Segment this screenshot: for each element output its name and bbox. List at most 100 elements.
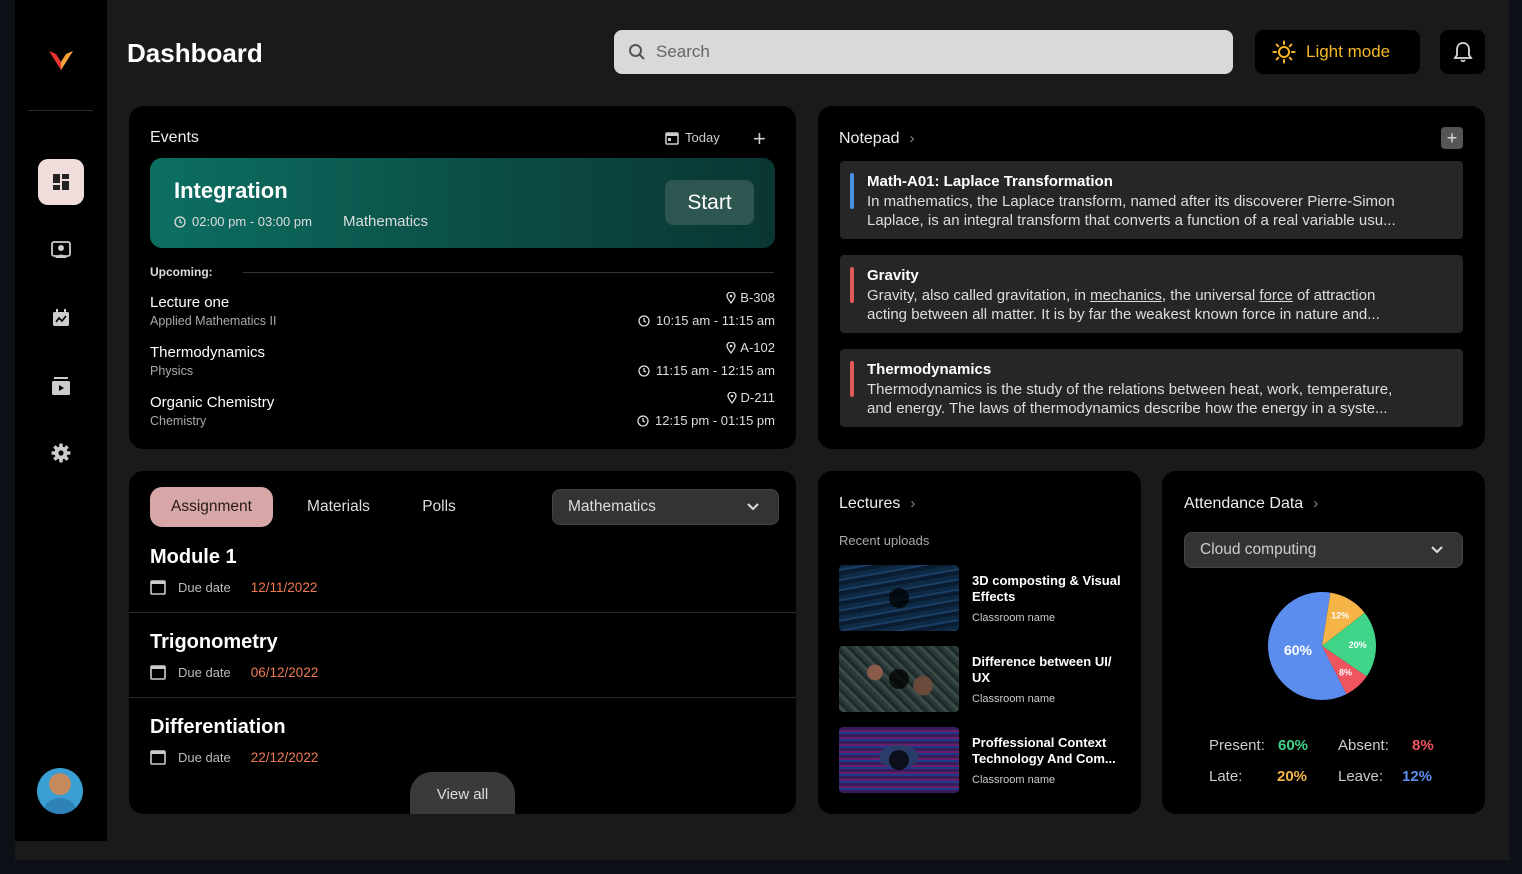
course-select[interactable]: Cloud computing xyxy=(1184,532,1463,568)
assignment-item[interactable]: Trigonometry Due date 06/12/2022 xyxy=(150,631,796,680)
lectures-title-link[interactable]: Lectures › xyxy=(839,495,915,513)
note-line: acting between all matter. It is by far … xyxy=(867,306,1380,323)
event-room-text: D-211 xyxy=(740,390,775,405)
mechanics-link[interactable]: mechanics xyxy=(1090,287,1162,304)
lecture-classroom: Classroom name xyxy=(972,612,1056,624)
note-item[interactable]: Math-A01: Laplace Transformation In math… xyxy=(840,161,1463,239)
sidebar-divider xyxy=(28,110,93,111)
current-event-title: Integration xyxy=(174,178,288,203)
upcoming-event[interactable]: Organic Chemistry Chemistry D-211 12:15 … xyxy=(150,390,775,434)
lecture-classroom: Classroom name xyxy=(972,774,1056,786)
people-icon xyxy=(51,241,71,258)
upcoming-label: Upcoming: xyxy=(150,265,213,279)
upcoming-event[interactable]: Thermodynamics Physics A-102 11:15 am - … xyxy=(150,340,775,384)
late-label: Late: xyxy=(1209,768,1243,785)
sun-icon xyxy=(1272,40,1296,64)
current-event-time-text: 02:00 pm - 03:00 pm xyxy=(192,214,312,229)
assignment-title: Differentiation xyxy=(150,716,286,738)
note-item[interactable]: Thermodynamics Thermodynamics is the stu… xyxy=(840,349,1463,427)
leave-label: Leave: xyxy=(1338,768,1384,785)
sidebar-item-people[interactable] xyxy=(38,227,84,273)
note-line: Thermodynamics is the study of the relat… xyxy=(867,381,1393,398)
location-pin-icon xyxy=(726,391,737,404)
tab-assignment[interactable]: Assignment xyxy=(150,487,273,527)
search-icon xyxy=(629,44,645,60)
assignment-item[interactable]: Differentiation Due date 22/12/2022 xyxy=(150,716,796,765)
lectures-card: Lectures › Recent uploads 3D composting &… xyxy=(818,471,1141,814)
event-time: 10:15 am - 11:15 am xyxy=(638,313,775,328)
gear-icon xyxy=(51,443,71,463)
calendar-icon xyxy=(150,580,166,595)
event-room-text: B-308 xyxy=(740,290,775,305)
absent-label: Absent: xyxy=(1338,737,1389,754)
lecture-item[interactable]: Difference between UI/ UX Classroom name xyxy=(839,646,1124,712)
lecture-thumbnail xyxy=(839,727,959,793)
clock-icon xyxy=(638,314,650,327)
lecture-thumbnail xyxy=(839,565,959,631)
event-name: Organic Chemistry xyxy=(150,394,275,411)
note-title: Gravity xyxy=(867,267,919,284)
assignment-divider xyxy=(129,697,796,698)
notifications-button[interactable] xyxy=(1440,30,1485,74)
light-mode-button[interactable]: Light mode xyxy=(1255,30,1420,74)
chevron-right-icon: › xyxy=(909,130,915,147)
start-button[interactable]: Start xyxy=(665,180,754,225)
chevron-down-icon xyxy=(747,503,759,511)
pie-label-late: 20% xyxy=(1349,640,1367,650)
force-link[interactable]: force xyxy=(1259,287,1292,304)
event-time-text: 10:15 am - 11:15 am xyxy=(656,313,775,328)
sidebar-item-calendar[interactable] xyxy=(38,295,84,341)
upcoming-event[interactable]: Lecture one Applied Mathematics II B-308… xyxy=(150,290,775,334)
event-time-text: 11:15 am - 12:15 am xyxy=(656,363,775,378)
today-filter[interactable]: Today xyxy=(665,130,720,145)
event-subject: Chemistry xyxy=(150,414,207,428)
chevron-right-icon: › xyxy=(910,495,916,512)
sidebar-item-dashboard[interactable] xyxy=(38,159,84,205)
attendance-title: Attendance Data xyxy=(1184,495,1304,512)
present-value: 60% xyxy=(1278,737,1309,754)
calendar-icon xyxy=(150,665,166,680)
absent-value: 8% xyxy=(1412,737,1434,754)
search-input[interactable] xyxy=(656,42,1196,62)
media-icon xyxy=(52,377,70,395)
due-label: Due date xyxy=(178,749,231,765)
lecture-item[interactable]: Proffessional Context Technology And Com… xyxy=(839,727,1124,793)
lecture-classroom: Classroom name xyxy=(972,693,1056,705)
add-event-button[interactable]: + xyxy=(753,128,766,150)
note-item[interactable]: Gravity Gravity, also called gravitation… xyxy=(840,255,1463,333)
subject-select[interactable]: Mathematics xyxy=(552,489,779,525)
tab-polls[interactable]: Polls xyxy=(404,487,474,527)
note-title: Math-A01: Laplace Transformation xyxy=(867,173,1113,190)
note-text: Gravity, also called gravitation, in xyxy=(867,287,1091,304)
notepad-title: Notepad xyxy=(839,130,900,147)
avatar[interactable] xyxy=(37,768,83,814)
current-event[interactable]: Integration 02:00 pm - 03:00 pm Mathemat… xyxy=(150,158,775,248)
event-subject: Applied Mathematics II xyxy=(150,314,277,328)
note-text: of attraction xyxy=(1292,287,1376,304)
note-title: Thermodynamics xyxy=(867,361,992,378)
note-text: , the universal xyxy=(1161,287,1260,304)
dashboard-icon xyxy=(53,174,69,190)
add-note-button[interactable]: + xyxy=(1441,127,1463,149)
course-select-value: Cloud computing xyxy=(1200,541,1317,558)
app-logo[interactable] xyxy=(48,48,74,72)
calendar-icon xyxy=(150,750,166,765)
assignment-due: Due date 12/11/2022 xyxy=(150,579,796,595)
notepad-title-link[interactable]: Notepad › xyxy=(839,130,915,148)
events-title: Events xyxy=(150,129,199,146)
lecture-item[interactable]: 3D composting & Visual Effects Classroom… xyxy=(839,565,1124,631)
sidebar-item-settings[interactable] xyxy=(38,430,84,476)
assignment-item[interactable]: Module 1 Due date 12/11/2022 xyxy=(150,546,796,595)
tab-materials[interactable]: Materials xyxy=(291,487,386,527)
view-all-button[interactable]: View all xyxy=(410,772,515,814)
assignment-due: Due date 06/12/2022 xyxy=(150,664,796,680)
notepad-card: Notepad › + Math-A01: Laplace Transformat… xyxy=(818,106,1485,449)
event-room: D-211 xyxy=(726,390,775,405)
calendar-icon xyxy=(53,309,69,326)
sidebar-item-media[interactable] xyxy=(38,363,84,409)
attendance-title-link[interactable]: Attendance Data › xyxy=(1184,495,1318,513)
assignment-divider xyxy=(129,612,796,613)
note-body: In mathematics, the Laplace transform, n… xyxy=(867,192,1452,230)
search-bar[interactable] xyxy=(614,30,1233,74)
bell-icon xyxy=(1452,42,1473,63)
